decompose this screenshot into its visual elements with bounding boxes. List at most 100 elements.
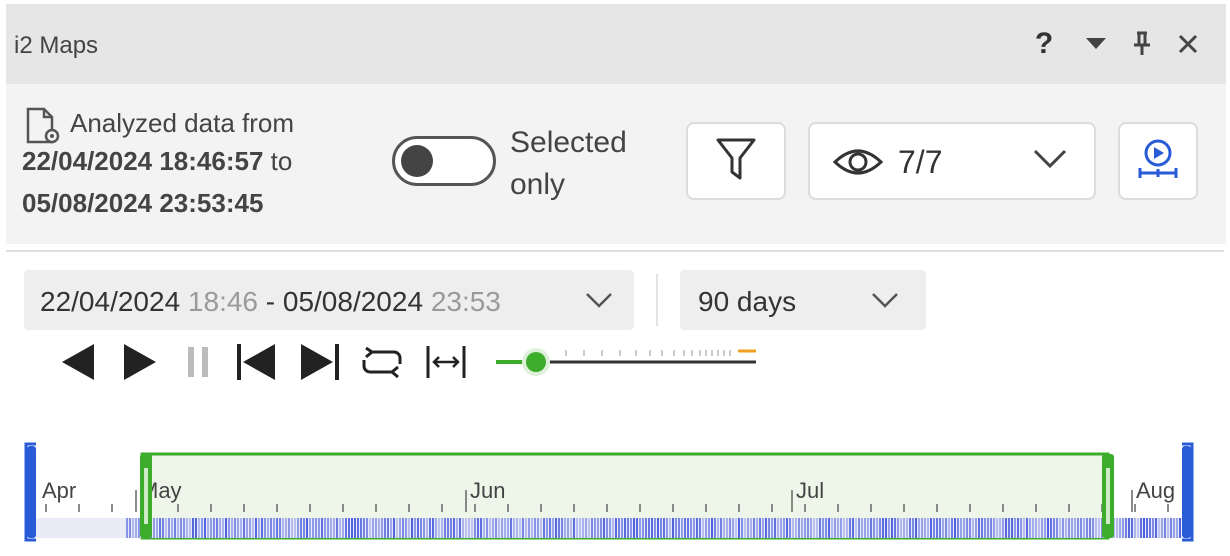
density-stripe [849, 518, 851, 538]
density-stripe [294, 518, 296, 538]
filter-button[interactable] [686, 122, 786, 200]
density-stripe [189, 518, 191, 538]
density-bar [36, 518, 1182, 538]
density-stripe [1005, 518, 1007, 538]
density-stripe [837, 518, 839, 538]
visibility-dropdown[interactable]: 7/7 [808, 122, 1096, 200]
play-timeline-button[interactable] [1118, 122, 1198, 200]
density-stripe [132, 518, 134, 538]
analyzed-start-value: 22/04/2024 18:46:57 [22, 146, 264, 176]
date-range-selector[interactable]: 22/04/2024 18:46 - 05/08/2024 23:53 [24, 270, 634, 330]
density-stripe [1155, 518, 1157, 538]
density-stripe [657, 518, 659, 538]
density-stripe [207, 518, 209, 538]
dropdown-icon[interactable] [1080, 26, 1112, 62]
density-stripe [873, 518, 875, 538]
density-stripe [1080, 518, 1082, 538]
range-start-time: 18:46 [187, 286, 258, 317]
density-stripe [204, 518, 206, 538]
density-stripe [1131, 518, 1133, 538]
density-stripe [249, 518, 251, 538]
density-stripe [855, 518, 857, 538]
density-stripe [279, 518, 281, 538]
density-stripe [801, 518, 803, 538]
density-stripe [1059, 518, 1061, 538]
visible-layer-count: 7/7 [898, 144, 943, 180]
density-stripe [927, 518, 929, 538]
density-stripe [174, 518, 176, 538]
density-stripe [537, 518, 539, 538]
density-stripe [165, 518, 167, 538]
date-range-text: 22/04/2024 18:46 - 05/08/2024 23:53 [40, 286, 501, 318]
density-stripe [717, 518, 719, 538]
density-stripe [462, 518, 464, 538]
density-stripe [540, 518, 542, 538]
density-stripe [351, 518, 353, 538]
density-stripe [687, 518, 689, 538]
density-stripe [921, 518, 923, 538]
density-stripe [567, 518, 569, 538]
pin-icon[interactable] [1126, 26, 1158, 62]
density-stripe [804, 518, 806, 538]
density-stripe [450, 518, 452, 538]
density-stripe [1146, 518, 1148, 538]
density-stripe [231, 518, 233, 538]
timeline-chart[interactable]: Apr May Jun Jul Aug [6, 432, 1224, 552]
density-stripe [945, 518, 947, 538]
density-stripe [1119, 518, 1121, 538]
pause-icon[interactable] [180, 340, 216, 384]
density-stripe [438, 518, 440, 538]
density-stripe [1002, 518, 1004, 538]
fit-range-icon[interactable] [422, 340, 470, 384]
density-stripe [615, 518, 617, 538]
density-stripe [1170, 518, 1172, 538]
timeline-start-handle[interactable] [27, 446, 36, 538]
density-stripe [315, 518, 317, 538]
density-stripe [519, 518, 521, 538]
density-stripe [1029, 518, 1031, 538]
density-stripe [1038, 518, 1040, 538]
speed-slider-thumb[interactable] [526, 352, 546, 372]
help-icon[interactable]: ? [1028, 26, 1060, 62]
density-stripe [135, 518, 137, 538]
density-stripe [879, 518, 881, 538]
density-stripe [843, 518, 845, 538]
duration-selector[interactable]: 90 days [680, 270, 926, 330]
density-stripe [303, 518, 305, 538]
density-stripe [747, 518, 749, 538]
density-stripe [1074, 518, 1076, 538]
density-stripe [783, 518, 785, 538]
density-stripe [942, 518, 944, 538]
density-stripe [579, 518, 581, 538]
density-stripe [564, 518, 566, 538]
density-stripe [309, 518, 311, 538]
density-stripe [465, 518, 467, 538]
go-to-end-icon[interactable] [296, 340, 344, 384]
chevron-down-icon [1032, 148, 1068, 175]
density-stripe [306, 518, 308, 538]
range-end-date: - 05/08/2024 [265, 286, 424, 317]
density-stripe [708, 518, 710, 538]
loop-icon[interactable] [358, 340, 406, 384]
density-stripe [834, 518, 836, 538]
density-stripe [444, 518, 446, 538]
density-stripe [825, 518, 827, 538]
density-stripe [1035, 518, 1037, 538]
step-back-icon[interactable] [56, 340, 100, 384]
go-to-start-icon[interactable] [232, 340, 280, 384]
density-stripe [759, 518, 761, 538]
density-stripe [954, 518, 956, 538]
density-stripe [915, 518, 917, 538]
density-stripe [732, 518, 734, 538]
play-icon[interactable] [118, 340, 162, 384]
density-stripe [1077, 518, 1079, 538]
density-stripe [690, 518, 692, 538]
selected-only-toggle[interactable] [392, 136, 496, 186]
density-stripe [891, 518, 893, 538]
timeline-end-handle[interactable] [1182, 446, 1191, 538]
density-stripe [888, 518, 890, 538]
density-stripe [606, 518, 608, 538]
density-stripe [501, 518, 503, 538]
close-icon[interactable] [1172, 26, 1204, 62]
speed-slider[interactable] [496, 340, 766, 384]
